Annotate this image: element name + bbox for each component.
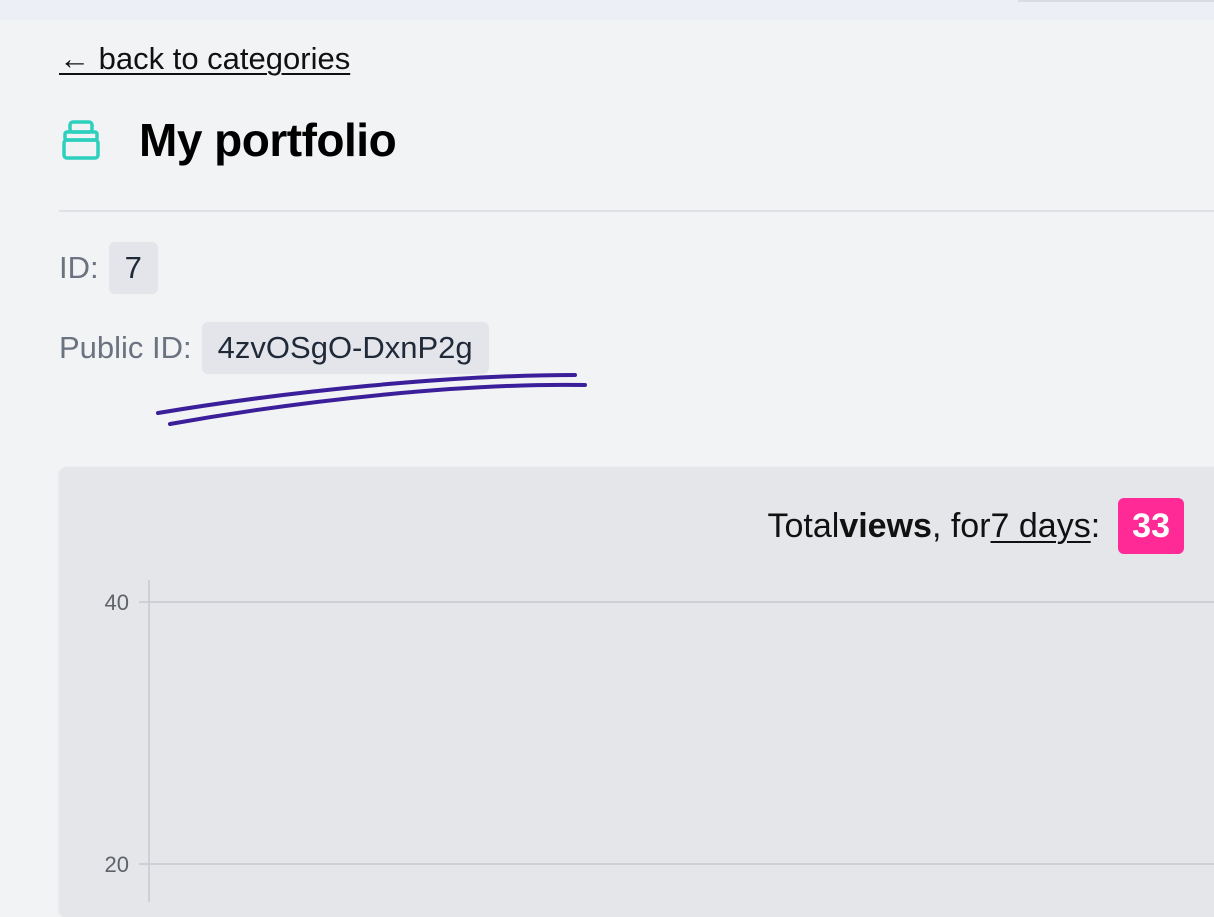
id-value: 7 (108, 242, 158, 294)
views-metric: views (839, 506, 932, 545)
category-box-icon (62, 120, 100, 160)
page-header: My portfolio (59, 110, 397, 170)
views-chart: 40 20 (105, 580, 1214, 902)
total-views-badge: 33 (1118, 498, 1184, 554)
y-tick-label: 40 (105, 590, 129, 615)
public-id-label: Public ID: (59, 330, 192, 365)
top-bar (0, 0, 1214, 20)
top-bar-edge (1018, 0, 1214, 2)
total-views-line: Total views , for 7 days : 33 (767, 498, 1184, 554)
handwritten-underline (156, 373, 587, 426)
views-middle: , for (931, 506, 991, 545)
views-suffix: : (1090, 506, 1101, 545)
period-link[interactable]: 7 days (991, 507, 1091, 546)
back-to-categories-link[interactable]: ← back to categories (59, 40, 350, 78)
page-title: My portfolio (139, 114, 397, 166)
y-tick-label: 20 (105, 852, 129, 877)
id-label: ID: (59, 250, 99, 285)
id-row: ID: 7 (59, 242, 158, 294)
header-divider (59, 210, 1214, 212)
views-prefix: Total (767, 506, 840, 545)
